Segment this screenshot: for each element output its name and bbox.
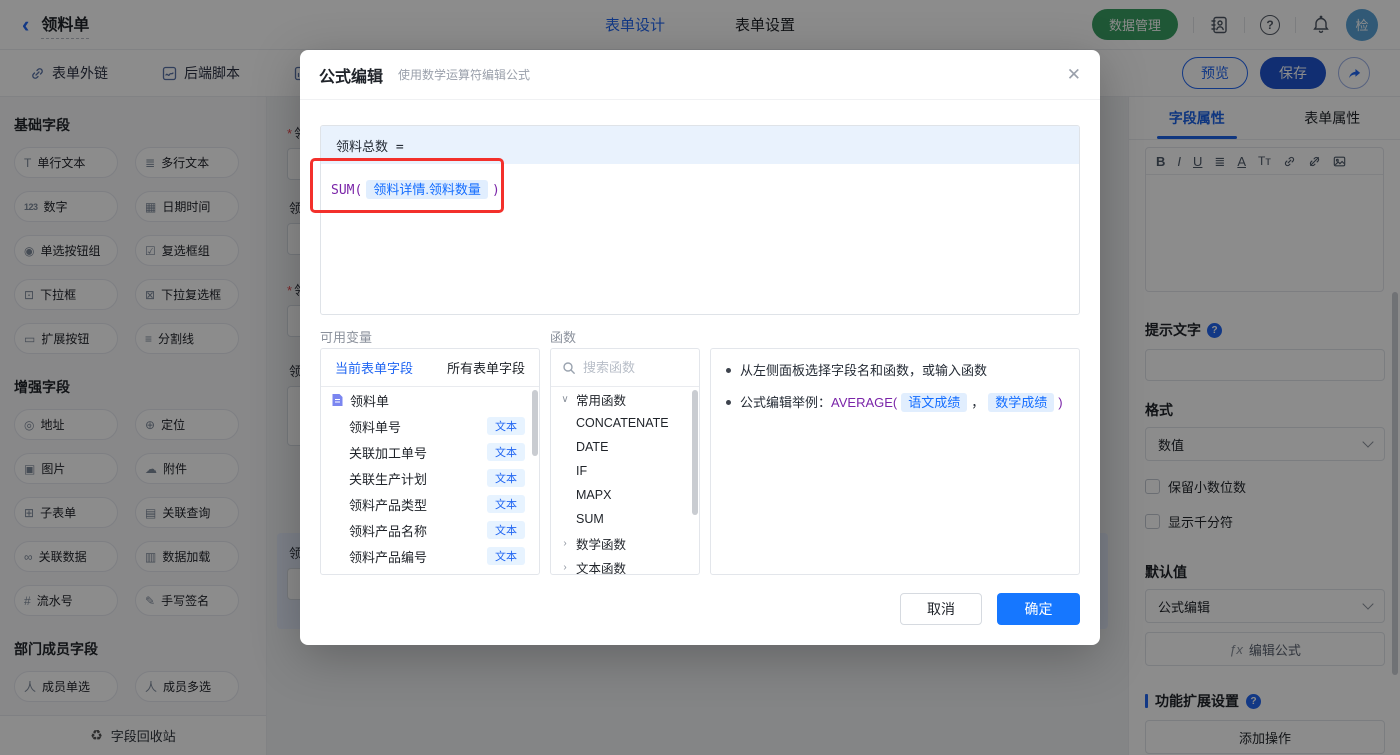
function-group-text[interactable]: › 文本函数 (551, 555, 699, 575)
function-name: SUM( (331, 183, 363, 198)
variables-heading: 可用变量 (320, 330, 373, 345)
document-icon (332, 394, 343, 406)
function-search-input[interactable] (583, 360, 678, 375)
modal-footer: 取消 确定 (900, 593, 1080, 625)
functions-heading: 函数 (550, 330, 577, 345)
variable-row[interactable]: 领料产品名称 文本 (321, 517, 539, 543)
function-item-concatenate[interactable]: CONCATENATE (551, 411, 699, 435)
screen: ‹ 领料单 表单设计 表单设置 数据管理 ? 检 表单外链 后端脚本 预览 保存… (0, 0, 1400, 755)
function-group-common[interactable]: ∨ 常用函数 (551, 387, 699, 411)
variable-row[interactable]: 领料产品编号 文本 (321, 543, 539, 569)
formula-editor-modal: 公式编辑 使用数学运算符编辑公式 ✕ 领料总数 = SUM(领料详情.领料数量)… (300, 50, 1100, 645)
help-tip-2: 公式编辑举例：AVERAGE(语文成绩，数学成绩) (726, 392, 1064, 413)
bullet-icon (726, 368, 731, 373)
confirm-button[interactable]: 确定 (997, 593, 1080, 625)
modal-header: 公式编辑 使用数学运算符编辑公式 ✕ (300, 50, 1100, 100)
type-badge: 文本 (487, 495, 525, 513)
function-item-if[interactable]: IF (551, 459, 699, 483)
functions-panel: ∨常用函数 CONCATENATE DATE IF MAPX SUM ›数学函数… (550, 348, 700, 575)
modal-subtitle: 使用数学运算符编辑公式 (398, 68, 531, 82)
caret-right-icon: › (563, 561, 567, 573)
example-function-name: AVERAGE( (831, 394, 898, 410)
variables-panel: 当前表单字段 所有表单字段 领料单 领料单号 文本 关联加工单号 文本 关联生产计划… (320, 348, 540, 575)
variable-row[interactable]: 关联加工单号 文本 (321, 439, 539, 465)
variables-tabs: 当前表单字段 所有表单字段 (321, 349, 539, 387)
function-item-mapx[interactable]: MAPX (551, 483, 699, 507)
variables-scrollbar[interactable] (532, 390, 538, 456)
tab-all-form-fields[interactable]: 所有表单字段 (447, 358, 525, 377)
field-token[interactable]: 领料详情.领料数量 (366, 180, 488, 199)
close-icon[interactable]: ✕ (1067, 65, 1081, 85)
functions-scrollbar[interactable] (692, 390, 698, 515)
function-item-sum[interactable]: SUM (551, 507, 699, 531)
tree-root-form[interactable]: 领料单 (321, 387, 539, 413)
cancel-button[interactable]: 取消 (900, 593, 982, 625)
formula-target: 领料总数 = (321, 126, 1079, 164)
help-tip-1: 从左侧面板选择字段名和函数，或输入函数 (726, 362, 1064, 381)
search-icon (563, 361, 575, 374)
example-close-paren: ) (1058, 394, 1063, 410)
formula-editor-box[interactable]: 领料总数 = SUM(领料详情.领料数量) (320, 125, 1080, 315)
bullet-icon (726, 399, 731, 405)
variable-row[interactable]: 领料单号 文本 (321, 413, 539, 439)
function-group-math[interactable]: › 数学函数 (551, 531, 699, 555)
example-token-2: 数学成绩 (988, 392, 1055, 412)
caret-down-icon: ∨ (561, 393, 569, 405)
modal-title: 公式编辑 (319, 68, 384, 86)
formula-help-panel: 从左侧面板选择字段名和函数，或输入函数 公式编辑举例：AVERAGE(语文成绩，… (710, 348, 1080, 575)
variable-row[interactable]: 关联生产计划 文本 (321, 465, 539, 491)
example-token-1: 语文成绩 (901, 392, 968, 412)
type-badge: 文本 (487, 443, 525, 461)
variable-row[interactable]: 领料产品类型 文本 (321, 491, 539, 517)
function-search (551, 349, 699, 387)
formula-expression[interactable]: SUM(领料详情.领料数量) (321, 164, 1079, 213)
function-item-date[interactable]: DATE (551, 435, 699, 459)
type-badge: 文本 (487, 417, 525, 435)
tab-current-form-fields[interactable]: 当前表单字段 (335, 358, 413, 377)
type-badge: 文本 (487, 521, 525, 539)
type-badge: 文本 (487, 547, 525, 565)
close-paren: ) (491, 183, 500, 198)
type-badge: 文本 (487, 469, 525, 487)
caret-right-icon: › (563, 537, 567, 549)
